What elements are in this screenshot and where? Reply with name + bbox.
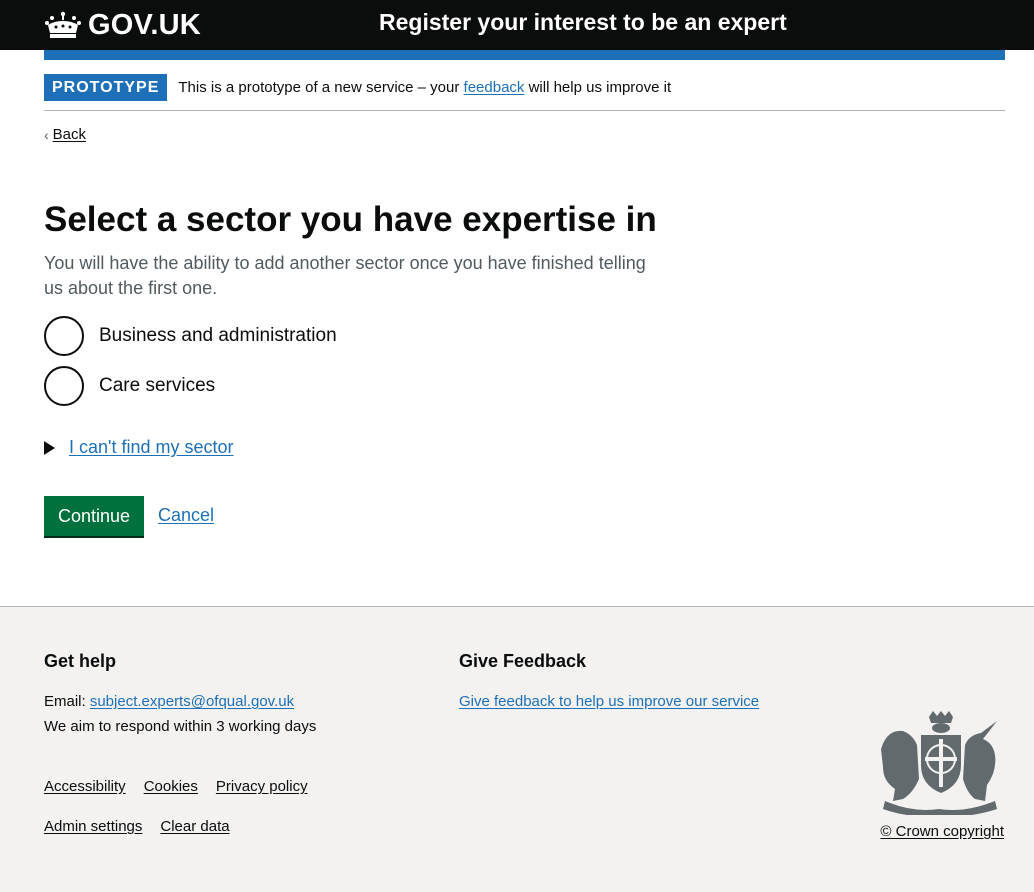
service-name-link[interactable]: Register your interest to be an expert [379, 9, 787, 36]
copyright: © Crown copyright [880, 823, 1004, 840]
admin-settings-link[interactable]: Admin settings [44, 818, 142, 835]
response-time-text: We aim to respond within 3 working days [44, 718, 317, 735]
crown-icon [45, 11, 81, 38]
email-label: Email: [44, 693, 90, 710]
details-summary[interactable]: I can't find my sector [44, 437, 234, 458]
phase-tag: PROTOTYPE [44, 74, 168, 101]
email-link[interactable]: subject.experts@ofqual.gov.uk [90, 693, 294, 710]
triangle-right-icon [44, 440, 55, 455]
radio-option-care[interactable]: Care services [44, 366, 215, 406]
page-title: Select a sector you have expertise in [44, 200, 657, 239]
phase-banner: PROTOTYPE This is a prototype of a new s… [44, 74, 1005, 111]
footer-links-row1: Accessibility Cookies Privacy policy [44, 778, 308, 795]
back-link-container: ‹ Back [44, 126, 86, 143]
crown-copyright-link[interactable]: © Crown copyright [880, 823, 1004, 840]
hint-text: You will have the ability to add another… [44, 253, 646, 298]
continue-button[interactable]: Continue [44, 496, 144, 536]
privacy-policy-link[interactable]: Privacy policy [216, 778, 308, 795]
give-feedback-heading: Give Feedback [459, 651, 587, 671]
phase-banner-text: This is a prototype of a new service – y… [178, 79, 671, 96]
header: GOV.UK Register your interest to be an e… [0, 0, 1034, 50]
cant-find-sector-link[interactable]: I can't find my sector [69, 437, 234, 458]
accessibility-link[interactable]: Accessibility [44, 778, 126, 795]
footer-links-row2: Admin settings Clear data [44, 818, 230, 835]
govuk-logo-link[interactable]: GOV.UK [44, 8, 201, 42]
back-link[interactable]: Back [53, 126, 86, 143]
clear-data-link[interactable]: Clear data [160, 818, 229, 835]
cookies-link[interactable]: Cookies [144, 778, 198, 795]
feedback-link[interactable]: feedback [464, 79, 525, 96]
footer: Get help Email: subject.experts@ofqual.g… [0, 606, 1034, 892]
radio-label: Care services [99, 375, 216, 396]
phase-text-after: will help us improve it [524, 79, 672, 96]
header-blue-bar [44, 50, 1005, 60]
radio-label: Business and administration [99, 325, 337, 346]
cancel-link[interactable]: Cancel [158, 505, 214, 526]
email-line: Email: subject.experts@ofqual.gov.uk [44, 693, 294, 710]
get-help-heading: Get help [44, 651, 117, 671]
logo-text: GOV.UK [88, 8, 201, 41]
give-feedback-link[interactable]: Give feedback to help us improve our ser… [459, 693, 759, 710]
radio-option-business[interactable]: Business and administration [44, 316, 337, 356]
royal-coat-of-arms-icon [881, 711, 997, 815]
phase-text-before: This is a prototype of a new service – y… [178, 79, 464, 96]
radio-button[interactable] [44, 366, 84, 406]
chevron-left-icon: ‹ [44, 126, 49, 143]
radio-button[interactable] [44, 316, 84, 356]
